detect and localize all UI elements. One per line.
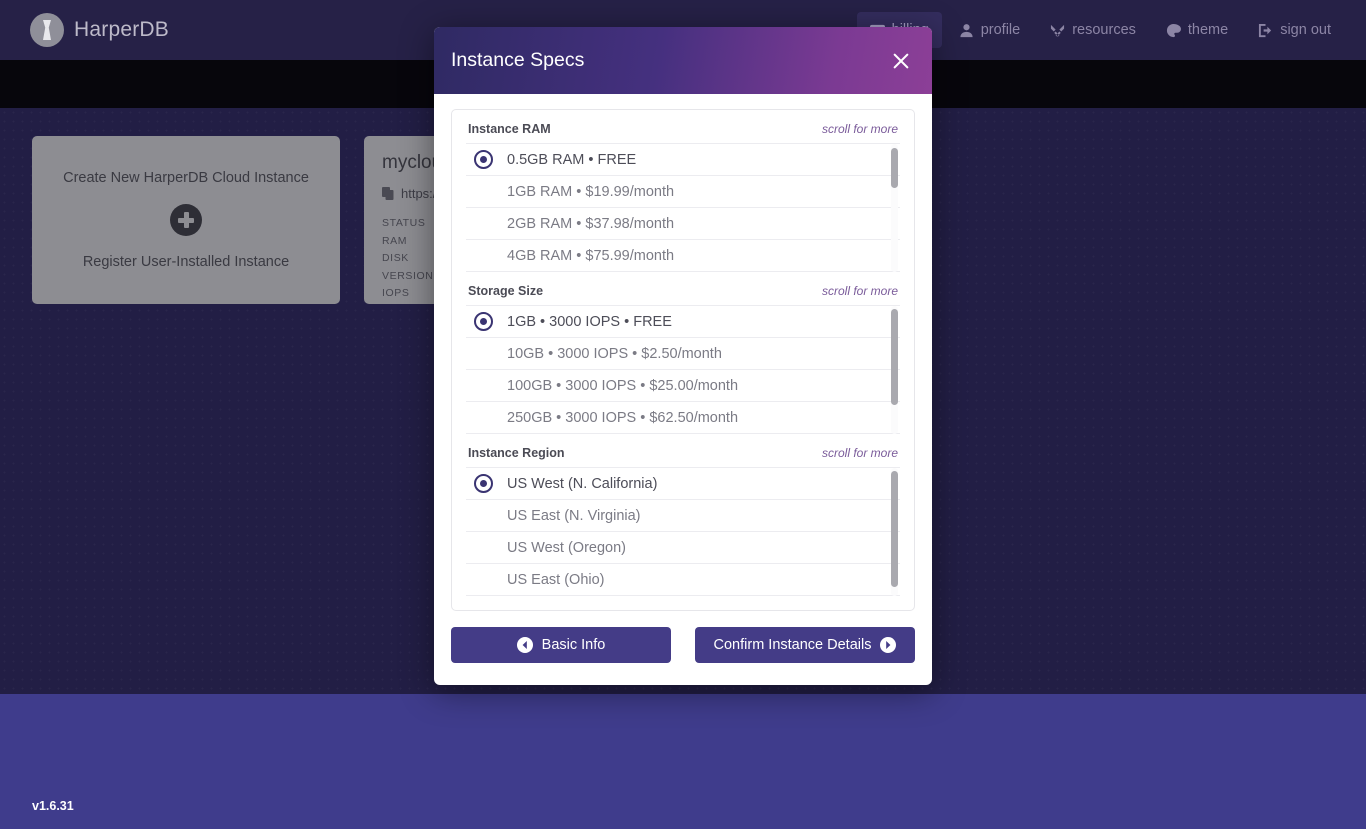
option-list-storage-size[interactable]: 1GB • 3000 IOPS • FREE 10GB • 3000 IOPS … (466, 305, 900, 434)
scrollbar-thumb-ram[interactable] (891, 148, 898, 188)
option-storage-3[interactable]: 250GB • 3000 IOPS • $62.50/month (466, 402, 900, 434)
option-list-instance-ram[interactable]: 0.5GB RAM • FREE 1GB RAM • $19.99/month … (466, 143, 900, 272)
spec-label-instance-ram: Instance RAM (468, 122, 551, 136)
option-region-3-label: US East (Ohio) (507, 571, 605, 588)
option-region-1-label: US East (N. Virginia) (507, 507, 641, 524)
nav-label-profile: profile (980, 22, 1021, 38)
option-storage-1-label: 10GB • 3000 IOPS • $2.50/month (507, 345, 722, 362)
basic-info-label: Basic Info (541, 637, 606, 653)
option-region-0[interactable]: US West (N. California) (466, 468, 900, 500)
option-ram-0[interactable]: 0.5GB RAM • FREE (466, 144, 900, 176)
spec-head-storage-size: Storage Size scroll for more (466, 284, 900, 305)
close-icon[interactable] (888, 48, 914, 74)
brand-name: HarperDB (74, 18, 169, 41)
create-instance-card[interactable]: Create New HarperDB Cloud Instance Regis… (32, 136, 340, 304)
instance-specs-modal: Instance Specs Instance RAM scroll for m… (434, 27, 932, 685)
confirm-instance-details-button[interactable]: Confirm Instance Details (695, 627, 915, 663)
nav-label-sign-out: sign out (1280, 22, 1331, 38)
option-ram-1[interactable]: 1GB RAM • $19.99/month (466, 176, 900, 208)
spec-head-instance-ram: Instance RAM scroll for more (466, 122, 900, 143)
modal-body: Instance RAM scroll for more 0.5GB RAM •… (434, 94, 932, 611)
scroll-hint-instance-ram: scroll for more (821, 122, 898, 136)
option-storage-0-label: 1GB • 3000 IOPS • FREE (507, 313, 672, 330)
option-ram-3[interactable]: 4GB RAM • $75.99/month (466, 240, 900, 272)
scrollbar-thumb-region[interactable] (891, 471, 898, 587)
user-icon (960, 23, 973, 37)
option-storage-2[interactable]: 100GB • 3000 IOPS • $25.00/month (466, 370, 900, 402)
scroll-hint-instance-region: scroll for more (821, 446, 898, 460)
register-instance-title: Register User-Installed Instance (82, 254, 290, 270)
spec-group-instance-region: Instance Region scroll for more US West … (466, 446, 900, 596)
modal-header: Instance Specs (434, 27, 932, 94)
option-region-3[interactable]: US East (Ohio) (466, 564, 900, 596)
app-version: v1.6.31 (32, 799, 74, 813)
radio-selected-icon[interactable] (474, 474, 493, 493)
copy-icon (382, 187, 394, 200)
tools-icon (1051, 24, 1065, 37)
option-ram-0-label: 0.5GB RAM • FREE (507, 151, 637, 168)
harperdb-logo-icon (30, 13, 64, 47)
nav-item-resources[interactable]: resources (1037, 12, 1149, 48)
spec-group-instance-ram: Instance RAM scroll for more 0.5GB RAM •… (466, 122, 900, 272)
option-ram-2-label: 2GB RAM • $37.98/month (507, 215, 675, 232)
nav-item-profile[interactable]: profile (946, 12, 1034, 48)
spec-card: Instance RAM scroll for more 0.5GB RAM •… (451, 109, 915, 611)
option-storage-1[interactable]: 10GB • 3000 IOPS • $2.50/month (466, 338, 900, 370)
radio-selected-icon[interactable] (474, 150, 493, 169)
chevron-left-circle-icon (516, 637, 533, 653)
palette-icon (1166, 23, 1181, 37)
plus-circle-icon[interactable] (170, 204, 202, 236)
option-region-0-label: US West (N. California) (507, 475, 658, 492)
modal-title: Instance Specs (451, 49, 585, 71)
option-ram-2[interactable]: 2GB RAM • $37.98/month (466, 208, 900, 240)
option-storage-2-label: 100GB • 3000 IOPS • $25.00/month (507, 377, 739, 394)
modal-footer: Basic Info Confirm Instance Details (434, 611, 932, 685)
spec-group-storage-size: Storage Size scroll for more 1GB • 3000 … (466, 284, 900, 434)
option-storage-0[interactable]: 1GB • 3000 IOPS • FREE (466, 306, 900, 338)
nav-label-theme: theme (1187, 22, 1229, 38)
scroll-hint-storage-size: scroll for more (821, 284, 898, 298)
spec-label-storage-size: Storage Size (468, 284, 544, 298)
scrollbar-thumb-storage[interactable] (891, 309, 898, 405)
spec-head-instance-region: Instance Region scroll for more (466, 446, 900, 467)
create-instance-title: Create New HarperDB Cloud Instance (63, 170, 309, 186)
basic-info-button[interactable]: Basic Info (451, 627, 671, 663)
option-region-1[interactable]: US East (N. Virginia) (466, 500, 900, 532)
option-ram-3-label: 4GB RAM • $75.99/month (507, 247, 675, 264)
spec-label-instance-region: Instance Region (468, 446, 565, 460)
radio-selected-icon[interactable] (474, 312, 493, 331)
nav-item-theme[interactable]: theme (1153, 12, 1241, 48)
sign-out-icon (1259, 23, 1272, 37)
confirm-instance-details-label: Confirm Instance Details (713, 637, 872, 653)
option-region-2-label: US West (Oregon) (507, 539, 626, 556)
option-storage-3-label: 250GB • 3000 IOPS • $62.50/month (507, 409, 739, 426)
nav-label-resources: resources (1072, 22, 1136, 38)
option-list-instance-region[interactable]: US West (N. California) US East (N. Virg… (466, 467, 900, 596)
nav-item-sign-out[interactable]: sign out (1245, 12, 1344, 48)
nav-right-group: billing profile resources theme sign out (856, 12, 1366, 48)
option-region-2[interactable]: US West (Oregon) (466, 532, 900, 564)
brand[interactable]: HarperDB (30, 13, 169, 47)
chevron-right-circle-icon (880, 637, 897, 653)
app-root: HarperDB billing profile resources theme (0, 0, 1366, 829)
option-ram-1-label: 1GB RAM • $19.99/month (507, 183, 675, 200)
